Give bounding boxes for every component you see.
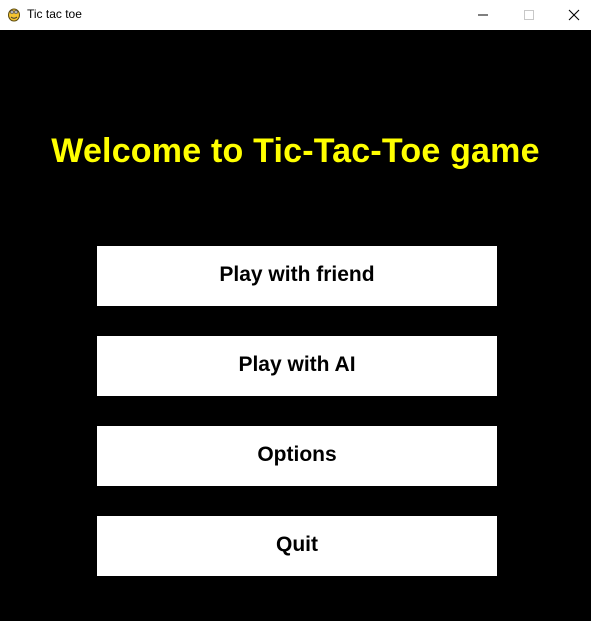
pygame-icon bbox=[6, 6, 22, 22]
minimize-icon bbox=[478, 14, 488, 16]
quit-button[interactable]: Quit bbox=[97, 516, 497, 576]
play-with-ai-button[interactable]: Play with AI bbox=[97, 336, 497, 396]
minimize-button[interactable] bbox=[460, 0, 506, 30]
close-button[interactable] bbox=[551, 0, 591, 30]
options-button[interactable]: Options bbox=[97, 426, 497, 486]
title-bar[interactable]: Tic tac toe bbox=[0, 0, 591, 30]
maximize-button[interactable] bbox=[506, 0, 552, 30]
maximize-icon bbox=[524, 10, 534, 20]
close-icon bbox=[568, 9, 580, 21]
game-canvas: Welcome to Tic-Tac-Toe game Play with fr… bbox=[0, 30, 591, 621]
app-window: Tic tac toe Welcome to Tic-Tac-Toe game … bbox=[0, 0, 591, 621]
welcome-heading: Welcome to Tic-Tac-Toe game bbox=[51, 132, 540, 170]
play-with-friend-button[interactable]: Play with friend bbox=[97, 246, 497, 306]
window-title: Tic tac toe bbox=[27, 7, 82, 21]
